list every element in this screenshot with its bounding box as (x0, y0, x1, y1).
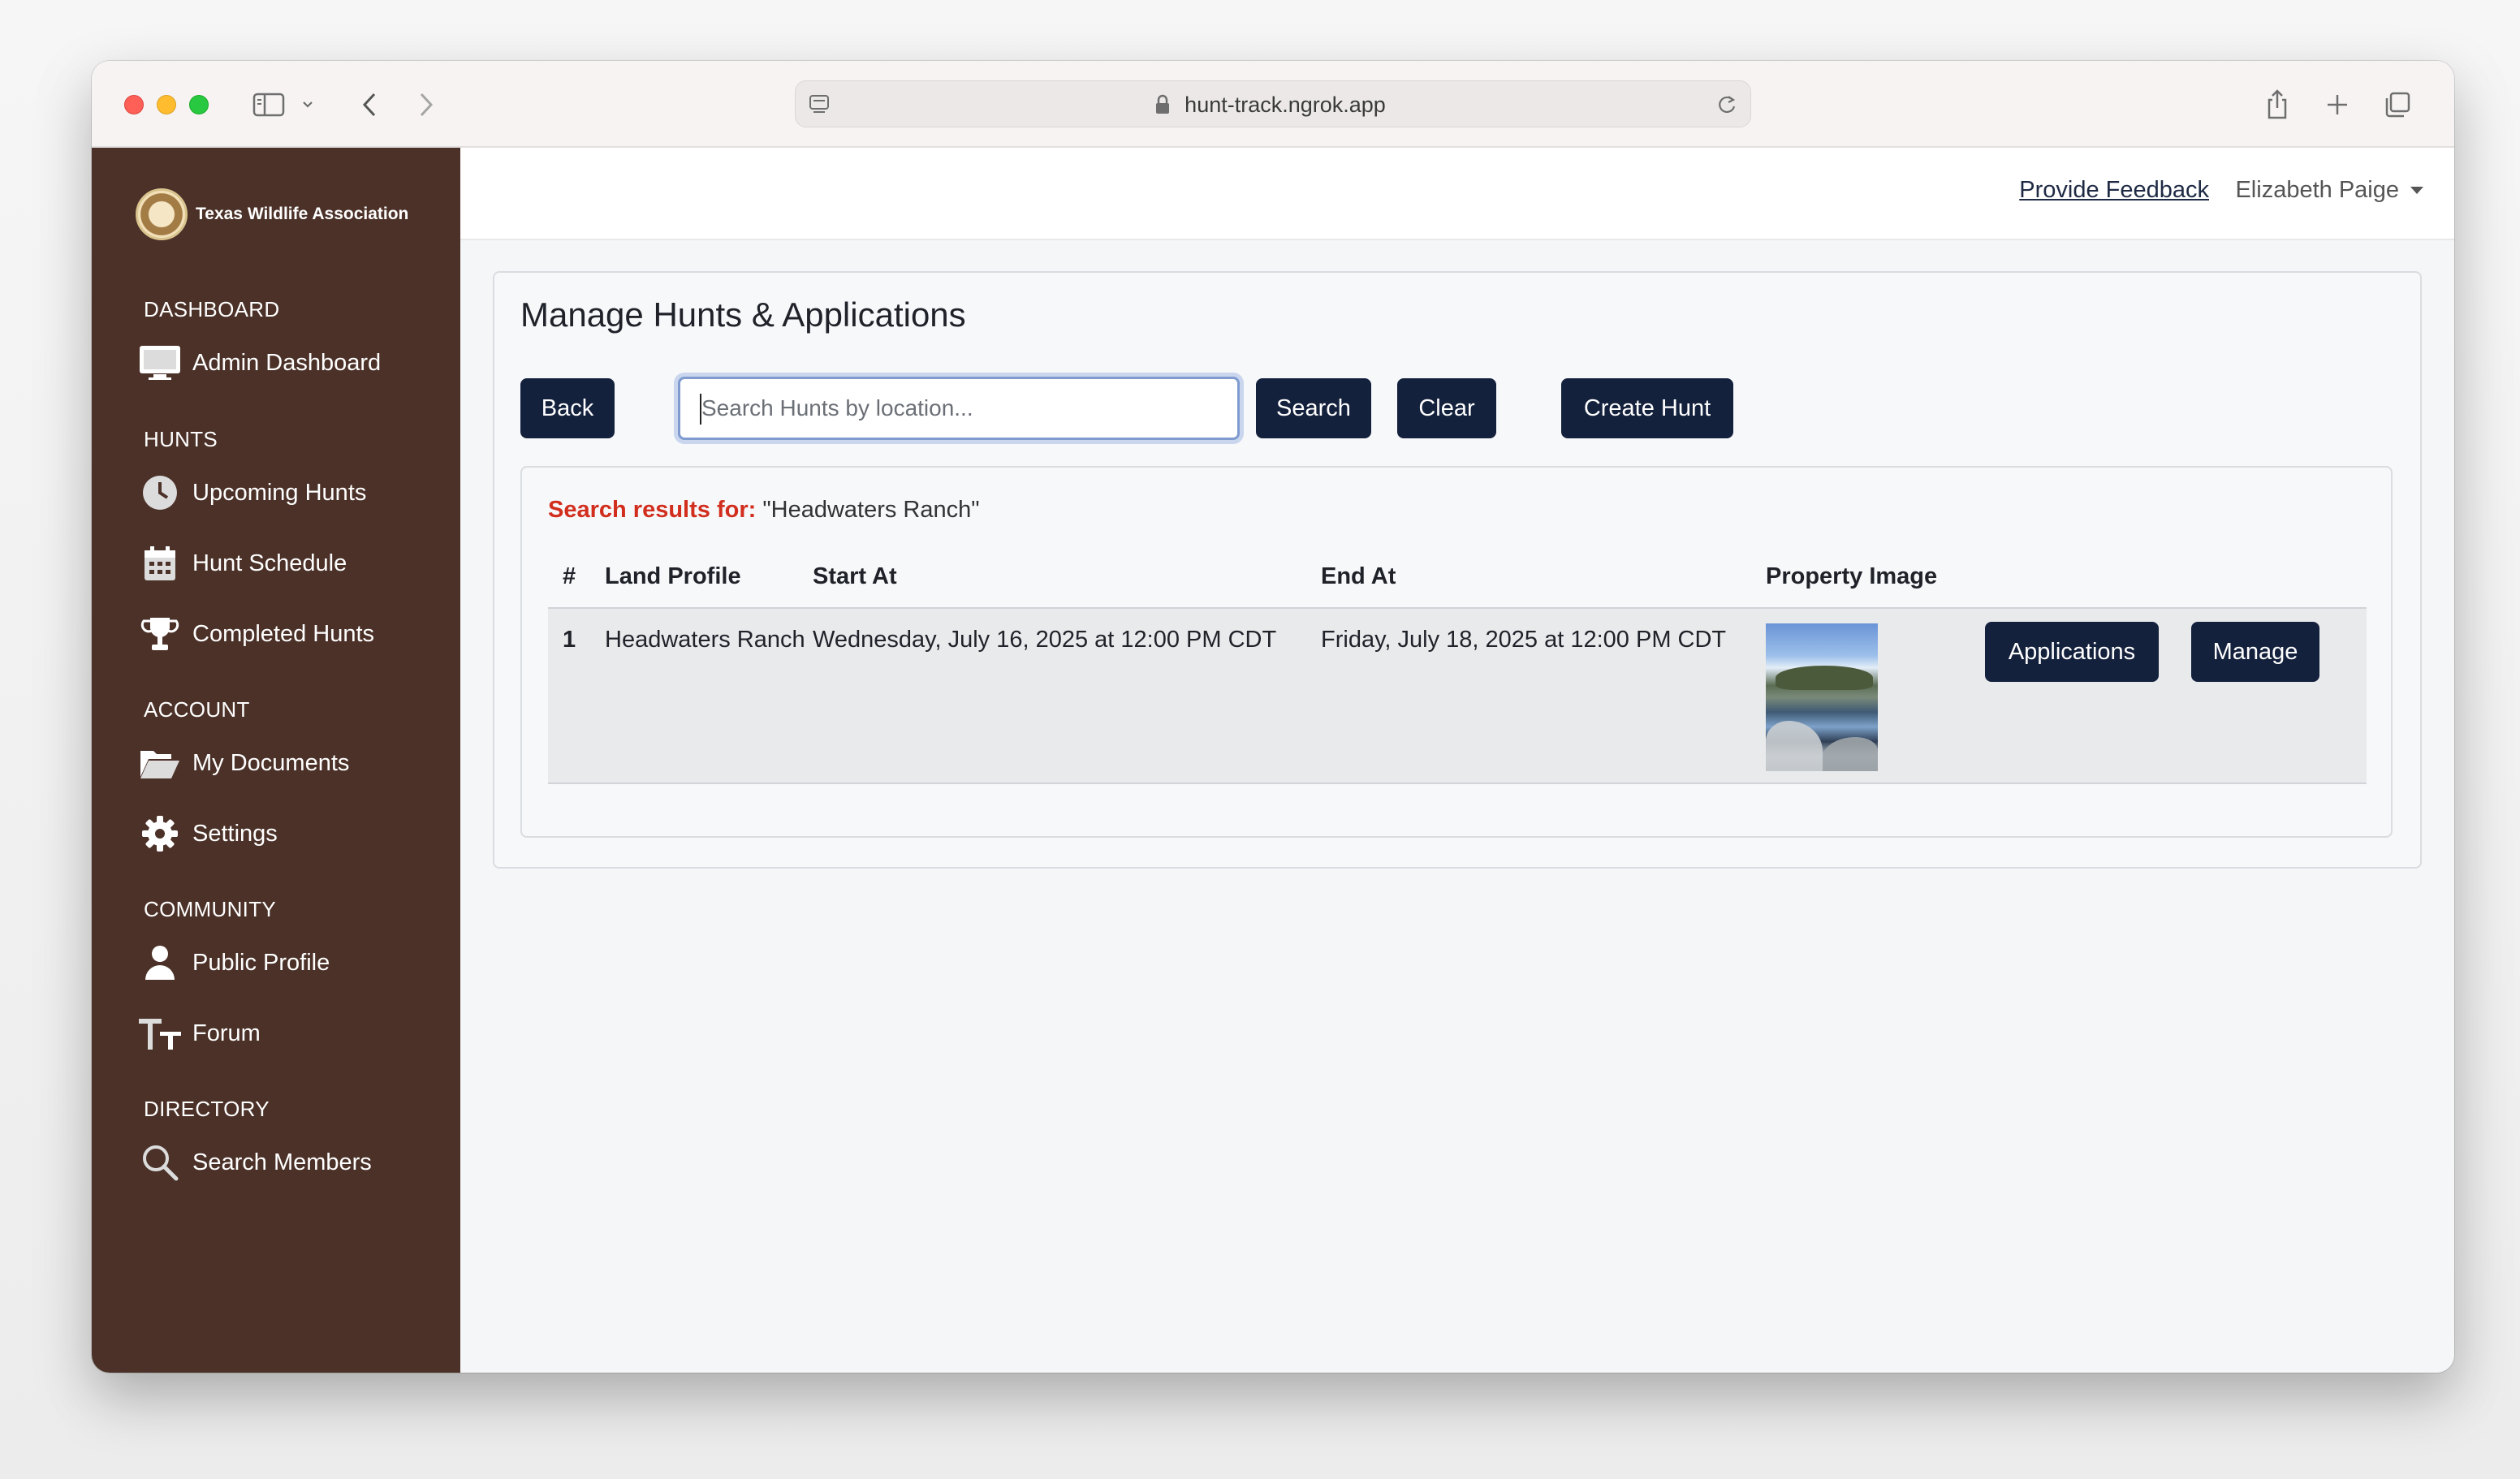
applications-button[interactable]: Applications (1985, 622, 2159, 682)
desktop-background: hunt-track.ngrok.app Texas Wildlife Asso… (0, 0, 2520, 1479)
back-arrow-icon[interactable] (353, 85, 386, 124)
search-button[interactable]: Search (1256, 378, 1371, 438)
browser-window: hunt-track.ngrok.app Texas Wildlife Asso… (92, 61, 2454, 1373)
sidebar-item-label: Public Profile (192, 949, 330, 976)
back-button[interactable]: Back (520, 378, 615, 438)
search-input[interactable]: Search Hunts by location... (678, 377, 1240, 440)
sidebar-item-forum[interactable]: Forum (136, 1009, 261, 1058)
association-logo (136, 188, 188, 240)
provide-feedback-link[interactable]: Provide Feedback (2019, 177, 2209, 204)
sidebar-item-admin-dashboard[interactable]: Admin Dashboard (136, 338, 381, 387)
brand-name: Texas Wildlife Association (196, 205, 409, 223)
folder-open-icon (136, 739, 184, 787)
sidebar-item-settings[interactable]: Settings (136, 809, 278, 858)
minimize-window-button[interactable] (157, 95, 176, 114)
user-icon (136, 938, 184, 987)
search-results-summary: Search results for: "Headwaters Ranch" (548, 497, 980, 524)
sidebar-item-label: Forum (192, 1020, 261, 1046)
section-header-dashboard: DASHBOARD (144, 297, 280, 321)
search-results-label: Search results for: (548, 497, 757, 523)
forward-arrow-icon[interactable] (410, 85, 442, 124)
gear-icon (136, 809, 184, 858)
new-tab-icon[interactable] (2321, 85, 2354, 124)
clear-button[interactable]: Clear (1397, 378, 1496, 438)
url-text: hunt-track.ngrok.app (1184, 93, 1386, 117)
section-header-account: ACCOUNT (144, 697, 250, 722)
row-end-at: Friday, July 18, 2025 at 12:00 PM CDT (1321, 627, 1727, 653)
search-results-panel: Search results for: "Headwaters Ranch" #… (520, 466, 2393, 838)
column-header-property-image: Property Image (1766, 563, 1938, 589)
tab-overview-icon[interactable] (2381, 85, 2414, 124)
sidebar-item-my-documents[interactable]: My Documents (136, 739, 349, 787)
search-placeholder: Search Hunts by location... (701, 395, 973, 420)
column-header-start-at: Start At (813, 563, 897, 589)
user-menu[interactable]: Elizabeth Paige (2235, 177, 2423, 204)
sidebar-item-search-members[interactable]: Search Members (136, 1138, 372, 1187)
calendar-icon (136, 539, 184, 588)
sidebar-item-upcoming-hunts[interactable]: Upcoming Hunts (136, 468, 366, 517)
chevron-down-icon[interactable] (300, 85, 316, 124)
maximize-window-button[interactable] (189, 95, 209, 114)
reload-icon[interactable] (1715, 93, 1739, 120)
share-icon[interactable] (2261, 85, 2293, 124)
section-header-hunts: HUNTS (144, 427, 218, 451)
section-header-directory: DIRECTORY (144, 1097, 270, 1121)
sidebar-item-label: My Documents (192, 749, 350, 776)
sidebar-item-public-profile[interactable]: Public Profile (136, 938, 330, 987)
sidebar-toggle-icon[interactable] (249, 85, 288, 124)
monitor-icon (136, 338, 184, 387)
caret-down-icon (2410, 187, 2423, 194)
clock-icon (136, 468, 184, 517)
column-header-number: # (563, 563, 576, 589)
user-name: Elizabeth Paige (2235, 177, 2399, 203)
search-icon (136, 1138, 184, 1187)
sidebar-item-hunt-schedule[interactable]: Hunt Schedule (136, 539, 347, 588)
trophy-icon (136, 610, 184, 658)
main-content: Manage Hunts & Applications Back Search … (460, 240, 2454, 1373)
sidebar-item-label: Search Members (192, 1149, 372, 1175)
brand[interactable]: Texas Wildlife Association (136, 188, 408, 240)
row-start-at: Wednesday, July 16, 2025 at 12:00 PM CDT (813, 627, 1277, 653)
row-land-profile: Headwaters Ranch (605, 627, 805, 653)
manage-button[interactable]: Manage (2191, 622, 2319, 682)
top-bar: Provide Feedback Elizabeth Paige (460, 148, 2454, 240)
sidebar-item-label: Settings (192, 820, 278, 847)
create-hunt-button[interactable]: Create Hunt (1561, 378, 1733, 438)
property-image[interactable] (1766, 623, 1878, 771)
manage-hunts-card: Manage Hunts & Applications Back Search … (493, 271, 2422, 869)
sidebar-item-completed-hunts[interactable]: Completed Hunts (136, 610, 374, 658)
page-title: Manage Hunts & Applications (520, 295, 966, 334)
address-bar[interactable]: hunt-track.ngrok.app (795, 80, 1751, 127)
text-size-icon (136, 1009, 184, 1058)
sidebar-item-label: Hunt Schedule (192, 550, 347, 576)
column-header-end-at: End At (1321, 563, 1396, 589)
row-number: 1 (563, 627, 576, 653)
column-header-land-profile: Land Profile (605, 563, 741, 589)
search-results-query: "Headwaters Ranch" (762, 497, 980, 523)
section-header-community: COMMUNITY (144, 897, 277, 921)
sidebar-item-label: Upcoming Hunts (192, 479, 367, 506)
browser-toolbar: hunt-track.ngrok.app (92, 61, 2454, 148)
close-window-button[interactable] (124, 95, 144, 114)
text-cursor (700, 394, 701, 425)
sidebar: Texas Wildlife Association DASHBOARD Adm… (92, 148, 460, 1373)
sidebar-item-label: Admin Dashboard (192, 349, 382, 376)
sidebar-item-label: Completed Hunts (192, 620, 375, 647)
